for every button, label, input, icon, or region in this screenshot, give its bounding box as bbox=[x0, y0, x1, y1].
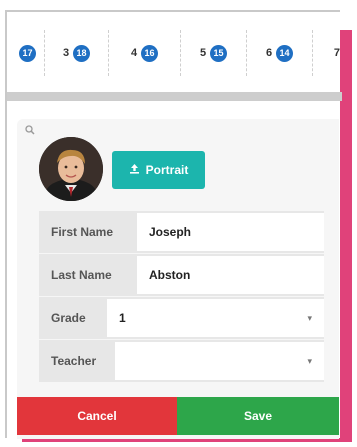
last-name-label: Last Name bbox=[51, 268, 112, 282]
magnifier-icon[interactable] bbox=[25, 125, 35, 135]
teacher-row: Teacher ▾ bbox=[39, 340, 324, 383]
timeline-badge: 18 bbox=[73, 44, 91, 62]
app-window: 17 3 18 4 16 5 15 6 14 7 Portrait First … bbox=[5, 10, 342, 439]
upload-icon bbox=[129, 163, 140, 177]
timeline-badge: 14 bbox=[276, 44, 294, 62]
divider-bar bbox=[7, 92, 342, 101]
save-button[interactable]: Save bbox=[177, 397, 339, 435]
timeline-item[interactable]: 3 18 bbox=[45, 30, 109, 76]
last-name-row: Last Name Abston bbox=[39, 254, 324, 297]
grade-select[interactable]: 1 ▾ bbox=[107, 299, 324, 337]
teacher-label: Teacher bbox=[51, 354, 97, 368]
first-name-label: First Name bbox=[51, 225, 114, 239]
chevron-down-icon: ▾ bbox=[307, 312, 312, 323]
student-card: Portrait First Name Joseph Last Name Abs… bbox=[17, 119, 339, 439]
first-name-row: First Name Joseph bbox=[39, 211, 324, 254]
teacher-select[interactable]: ▾ bbox=[115, 342, 324, 380]
timeline-item[interactable]: 4 16 bbox=[109, 30, 181, 76]
timeline-item-label: 3 bbox=[62, 47, 70, 59]
day-timeline: 17 3 18 4 16 5 15 6 14 7 bbox=[7, 30, 342, 76]
timeline-item[interactable]: 17 bbox=[7, 30, 45, 76]
timeline-badge: 15 bbox=[210, 44, 228, 62]
grade-value: 1 bbox=[119, 311, 126, 325]
avatar bbox=[39, 137, 103, 201]
timeline-item[interactable]: 6 14 bbox=[247, 30, 313, 76]
timeline-item-label: 7 bbox=[333, 47, 340, 59]
timeline-badge: 17 bbox=[19, 44, 36, 62]
timeline-item[interactable]: 7 bbox=[313, 30, 342, 76]
timeline-item-label: 6 bbox=[265, 47, 273, 59]
timeline-item-label: 5 bbox=[199, 47, 207, 59]
timeline-item-label: 4 bbox=[130, 47, 138, 59]
first-name-field[interactable]: Joseph bbox=[137, 213, 324, 251]
student-form: First Name Joseph Last Name Abston Grade… bbox=[39, 211, 324, 383]
timeline-badge: 16 bbox=[141, 44, 159, 62]
last-name-field[interactable]: Abston bbox=[137, 256, 324, 294]
chevron-down-icon: ▾ bbox=[307, 355, 312, 366]
form-actions: Cancel Save bbox=[17, 397, 339, 435]
timeline-item[interactable]: 5 15 bbox=[181, 30, 247, 76]
portrait-button-label: Portrait bbox=[145, 163, 189, 177]
grade-label: Grade bbox=[51, 311, 86, 325]
grade-row: Grade 1 ▾ bbox=[39, 297, 324, 340]
cancel-button[interactable]: Cancel bbox=[17, 397, 177, 435]
portrait-upload-button[interactable]: Portrait bbox=[112, 151, 205, 189]
